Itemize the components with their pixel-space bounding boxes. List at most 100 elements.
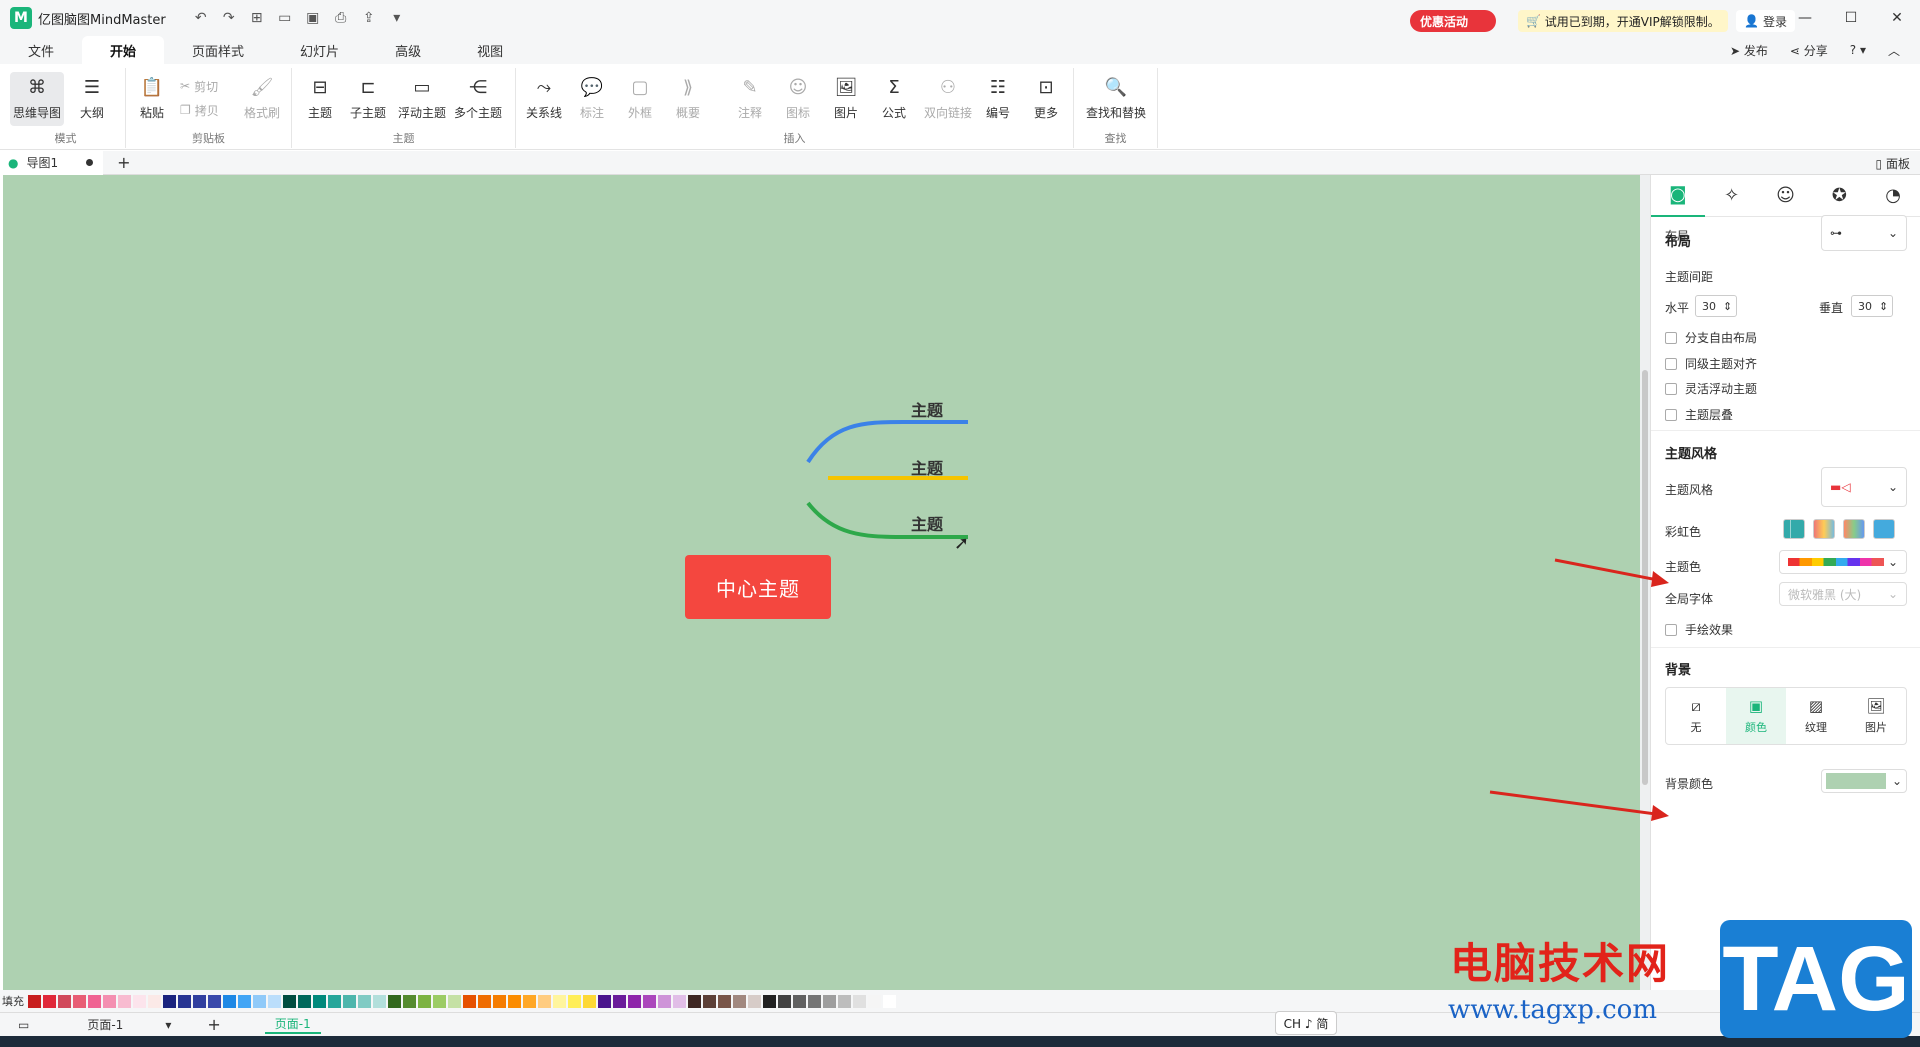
color-swatch[interactable] <box>643 994 656 1008</box>
export-icon[interactable]: ⇪ <box>360 10 378 26</box>
cut-button[interactable]: ✂ 剪切 <box>180 76 218 96</box>
page-tab-1[interactable]: 页面-1 <box>264 1015 321 1034</box>
bg-picture-option[interactable]: 🖼 图片 <box>1846 688 1906 744</box>
tab-page-format-icon[interactable]: ◙ <box>1651 175 1705 217</box>
print-icon[interactable]: ⎙ <box>332 10 350 26</box>
align-siblings-checkbox[interactable]: 同级主题对齐 <box>1665 355 1757 372</box>
color-swatch[interactable] <box>748 994 761 1008</box>
rainbow-option-4[interactable] <box>1873 519 1895 539</box>
color-swatch[interactable] <box>463 994 476 1008</box>
color-swatch[interactable] <box>313 994 326 1008</box>
color-swatch[interactable] <box>778 994 791 1008</box>
color-swatch[interactable] <box>133 994 146 1008</box>
color-swatch[interactable] <box>823 994 836 1008</box>
layout-dropdown[interactable]: ⊶ ⌄ <box>1821 215 1907 251</box>
color-swatch[interactable] <box>448 994 461 1008</box>
color-swatch[interactable] <box>193 994 206 1008</box>
formula-button[interactable]: Σ 公式 <box>870 72 918 126</box>
color-swatch[interactable] <box>838 994 851 1008</box>
color-swatch[interactable] <box>433 994 446 1008</box>
color-swatch[interactable] <box>163 994 176 1008</box>
boundary-button[interactable]: ▢ 外框 <box>616 72 664 126</box>
open-file-icon[interactable]: ▭ <box>276 10 294 26</box>
color-swatch[interactable] <box>598 994 611 1008</box>
free-layout-checkbox[interactable]: 分支自由布局 <box>1665 329 1757 346</box>
color-swatch[interactable] <box>238 994 251 1008</box>
color-swatch[interactable] <box>673 994 686 1008</box>
find-replace-button[interactable]: 🔍 查找和替换 <box>1082 72 1150 126</box>
hand-drawn-checkbox[interactable]: 手绘效果 <box>1665 621 1733 638</box>
color-swatch[interactable] <box>763 994 776 1008</box>
picture-button[interactable]: 🖼 图片 <box>822 72 870 126</box>
color-swatch[interactable] <box>478 994 491 1008</box>
color-swatch[interactable] <box>808 994 821 1008</box>
add-tab-button[interactable]: + <box>117 153 130 172</box>
relationship-button[interactable]: ⤳ 关系线 <box>520 72 568 126</box>
tab-icon-icon[interactable]: ☺ <box>1759 175 1813 217</box>
page-view-icon[interactable]: ▭ <box>18 1018 29 1032</box>
undo-icon[interactable]: ↶ <box>192 10 210 26</box>
help-button[interactable]: ? ▾ <box>1850 43 1866 57</box>
share-button[interactable]: ⋖ 分享 <box>1790 42 1828 59</box>
topic-overlap-checkbox[interactable]: 主题层叠 <box>1665 406 1733 423</box>
floating-topic-button[interactable]: ▭ 浮动主题 <box>398 72 446 126</box>
close-button[interactable]: ✕ <box>1874 0 1920 36</box>
color-swatch[interactable] <box>283 994 296 1008</box>
icon-button[interactable]: ☺ 图标 <box>774 72 822 126</box>
menu-home[interactable]: 开始 <box>82 36 165 64</box>
flexible-floating-checkbox[interactable]: 灵活浮动主题 <box>1665 380 1757 397</box>
menu-view[interactable]: 视图 <box>449 36 531 64</box>
color-swatch[interactable] <box>493 994 506 1008</box>
menu-file[interactable]: 文件 <box>0 36 82 64</box>
bg-texture-option[interactable]: ▨ 纹理 <box>1786 688 1846 744</box>
add-subtopic-button[interactable]: ⊏ 子主题 <box>344 72 392 126</box>
publish-button[interactable]: ➤ 发布 <box>1730 42 1768 59</box>
color-swatch[interactable] <box>88 994 101 1008</box>
central-topic[interactable]: 中心主题 <box>685 555 831 619</box>
mindmap-mode-button[interactable]: ⌘ 思维导图 <box>10 72 64 126</box>
color-swatch[interactable] <box>508 994 521 1008</box>
color-swatch[interactable] <box>358 994 371 1008</box>
unsaved-dot-icon[interactable] <box>86 159 94 166</box>
format-painter-button[interactable]: 🖌 格式刷 <box>238 72 286 126</box>
promo-button[interactable]: 优惠活动 <box>1410 10 1497 32</box>
maximize-button[interactable]: ☐ <box>1828 0 1874 36</box>
color-swatch[interactable] <box>28 994 41 1008</box>
color-swatch[interactable] <box>853 994 866 1008</box>
add-page-button[interactable]: + <box>207 1015 220 1034</box>
color-swatch[interactable] <box>148 994 161 1008</box>
color-swatch[interactable] <box>328 994 341 1008</box>
menu-page-style[interactable]: 页面样式 <box>164 36 272 64</box>
topic-node-2[interactable]: 主题 <box>911 455 943 479</box>
color-swatch[interactable] <box>628 994 641 1008</box>
color-swatch[interactable] <box>208 994 221 1008</box>
color-swatch[interactable] <box>418 994 431 1008</box>
minimize-button[interactable]: — <box>1782 0 1828 36</box>
menu-advanced[interactable]: 高级 <box>367 36 449 64</box>
redo-icon[interactable]: ↷ <box>220 10 238 26</box>
color-swatch[interactable] <box>658 994 671 1008</box>
add-topic-button[interactable]: ⊟ 主题 <box>296 72 344 126</box>
color-swatch[interactable] <box>403 994 416 1008</box>
color-swatch[interactable] <box>538 994 551 1008</box>
panel-toggle-button[interactable]: ▯ 面板 <box>1876 155 1910 172</box>
numbering-button[interactable]: ☷ 编号 <box>974 72 1022 126</box>
page-selector[interactable]: 页面-1 ▾ <box>77 1016 177 1034</box>
color-swatch[interactable] <box>868 994 881 1008</box>
more-button[interactable]: ⊡ 更多 <box>1022 72 1070 126</box>
rainbow-option-2[interactable] <box>1813 519 1835 539</box>
menu-slides[interactable]: 幻灯片 <box>272 36 367 64</box>
mindmap-canvas[interactable]: 中心主题 主题 主题 主题 ➚ <box>3 175 1640 990</box>
theme-color-dropdown[interactable]: ⌄ <box>1779 550 1907 574</box>
color-swatch[interactable] <box>343 994 356 1008</box>
ime-indicator[interactable]: CH ♪ 简 <box>1275 1011 1337 1035</box>
bg-color-dropdown[interactable]: ⌄ <box>1821 769 1907 793</box>
save-icon[interactable]: ▣ <box>304 10 322 26</box>
summary-button[interactable]: ⟫ 概要 <box>664 72 712 126</box>
color-swatch[interactable] <box>373 994 386 1008</box>
bg-none-option[interactable]: ⧄ 无 <box>1666 688 1726 744</box>
color-swatch[interactable] <box>103 994 116 1008</box>
color-swatch[interactable] <box>388 994 401 1008</box>
global-font-dropdown[interactable]: 微软雅黑 (大) ⌄ <box>1779 582 1907 606</box>
topic-style-dropdown[interactable]: ▬◁ ⌄ <box>1821 467 1907 507</box>
